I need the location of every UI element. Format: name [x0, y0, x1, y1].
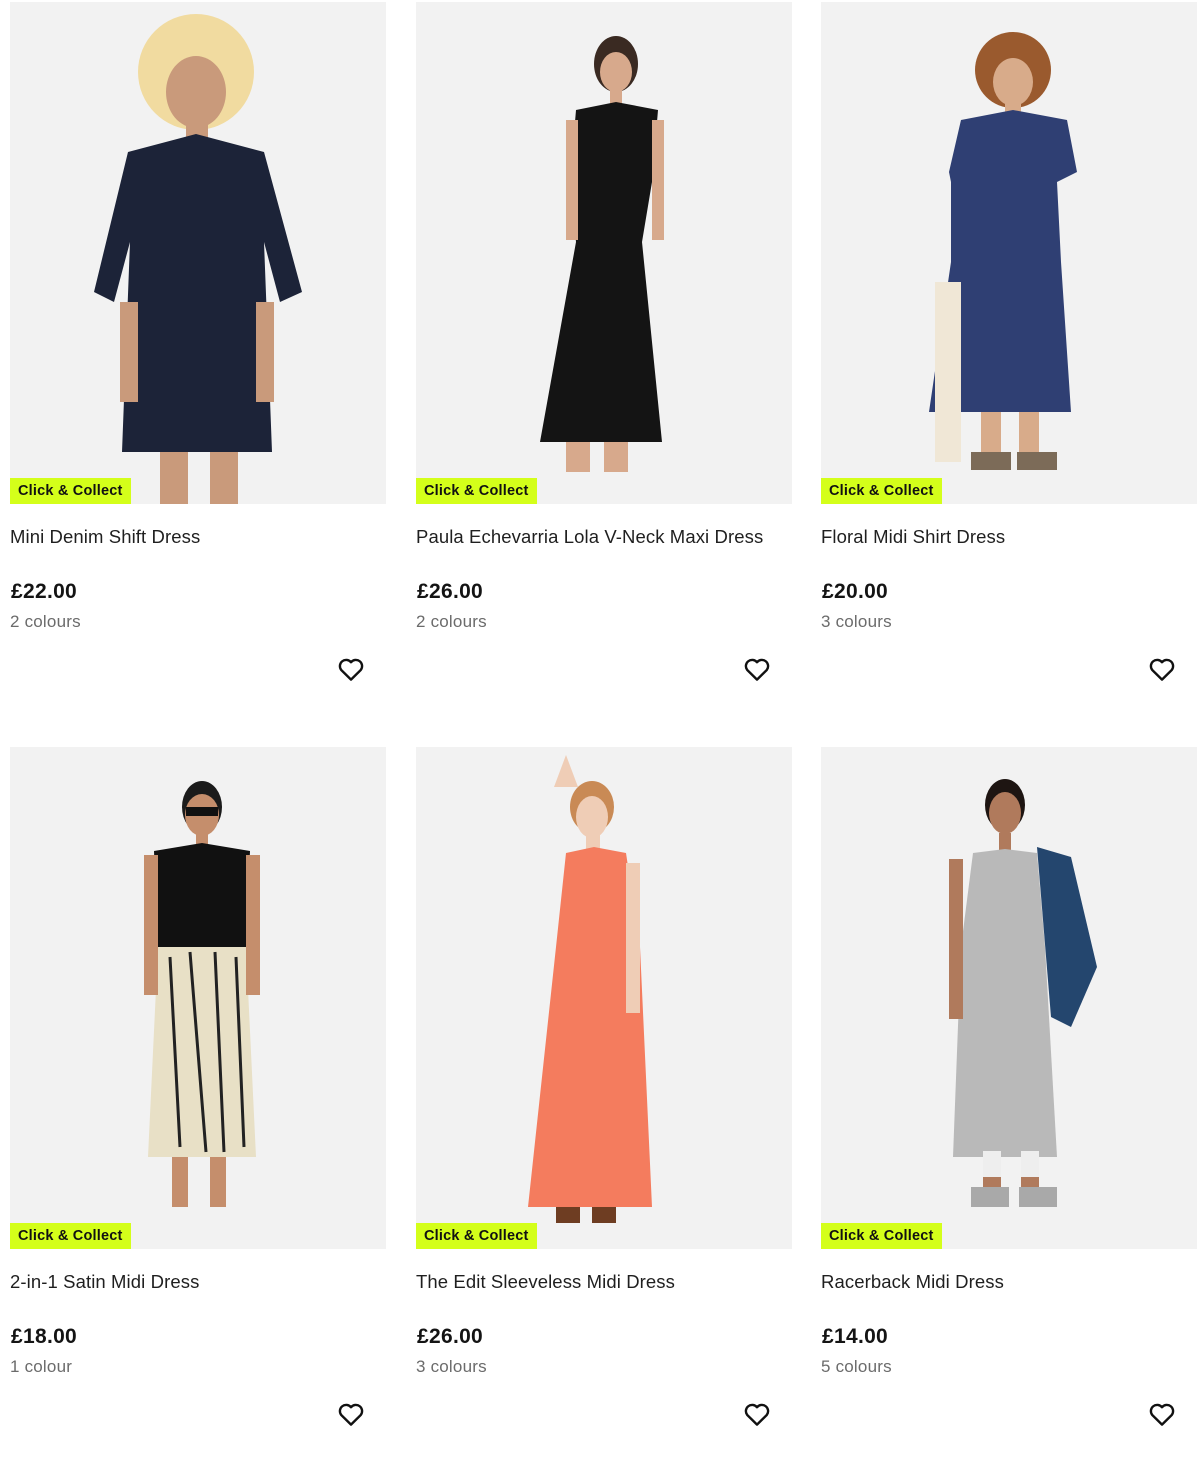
heart-outline-icon[interactable]: [336, 1399, 366, 1429]
heart-outline-icon[interactable]: [742, 1399, 772, 1429]
click-collect-badge: Click & Collect: [416, 478, 537, 504]
product-price: £22.00: [11, 580, 78, 603]
model-grey-racerback-dress: [949, 779, 1097, 1207]
product-name[interactable]: Racerback Midi Dress: [821, 1271, 1004, 1293]
product-name[interactable]: Paula Echevarria Lola V-Neck Maxi Dress: [416, 526, 763, 548]
heart-outline-icon[interactable]: [1147, 654, 1177, 684]
product-image[interactable]: Click & Collect: [821, 747, 1197, 1249]
product-price: £20.00: [822, 580, 889, 603]
model-floral-midi-dress: [929, 32, 1077, 470]
model-denim-shift-dress: [94, 14, 302, 504]
product-image[interactable]: Click & Collect: [821, 2, 1197, 504]
model-satin-midi-dress: [144, 781, 260, 1207]
click-collect-badge: Click & Collect: [821, 478, 942, 504]
heart-outline-icon[interactable]: [742, 654, 772, 684]
model-coral-midi-dress: [528, 755, 652, 1223]
click-collect-badge: Click & Collect: [10, 478, 131, 504]
colour-count: 3 colours: [821, 612, 892, 631]
product-card[interactable]: Click & Collect Floral Midi Shirt Dress …: [821, 2, 1197, 722]
colour-count: 1 colour: [10, 1357, 73, 1376]
product-card[interactable]: Click & Collect The Edit Sleeveless Midi…: [416, 747, 792, 1467]
colour-count: 5 colours: [821, 1357, 892, 1376]
product-name[interactable]: 2-in-1 Satin Midi Dress: [10, 1271, 199, 1293]
model-black-maxi-dress: [540, 36, 664, 472]
product-price: £18.00: [11, 1325, 78, 1348]
colour-count: 3 colours: [416, 1357, 487, 1376]
product-price: £14.00: [822, 1325, 889, 1348]
click-collect-badge: Click & Collect: [821, 1223, 942, 1249]
product-card[interactable]: Click & Collect 2-in-1 Satin Midi Dress …: [10, 747, 386, 1467]
heart-outline-icon[interactable]: [1147, 1399, 1177, 1429]
product-card[interactable]: Click & Collect Mini Denim Shift Dress £…: [10, 2, 386, 722]
product-price: £26.00: [417, 580, 484, 603]
product-grid: Click & Collect Mini Denim Shift Dress £…: [0, 0, 1200, 1430]
click-collect-badge: Click & Collect: [416, 1223, 537, 1249]
product-name[interactable]: Mini Denim Shift Dress: [10, 526, 200, 548]
product-name[interactable]: Floral Midi Shirt Dress: [821, 526, 1005, 548]
product-name[interactable]: The Edit Sleeveless Midi Dress: [416, 1271, 675, 1293]
colour-count: 2 colours: [416, 612, 487, 631]
colour-count: 2 colours: [10, 612, 81, 631]
product-image[interactable]: Click & Collect: [10, 747, 386, 1249]
product-card[interactable]: Click & Collect Paula Echevarria Lola V-…: [416, 2, 792, 722]
product-image[interactable]: Click & Collect: [10, 2, 386, 504]
product-card[interactable]: Click & Collect Racerback Midi Dress £14…: [821, 747, 1197, 1467]
click-collect-badge: Click & Collect: [10, 1223, 131, 1249]
product-price: £26.00: [417, 1325, 484, 1348]
heart-outline-icon[interactable]: [336, 654, 366, 684]
product-image[interactable]: Click & Collect: [416, 747, 792, 1249]
product-image[interactable]: Click & Collect: [416, 2, 792, 504]
